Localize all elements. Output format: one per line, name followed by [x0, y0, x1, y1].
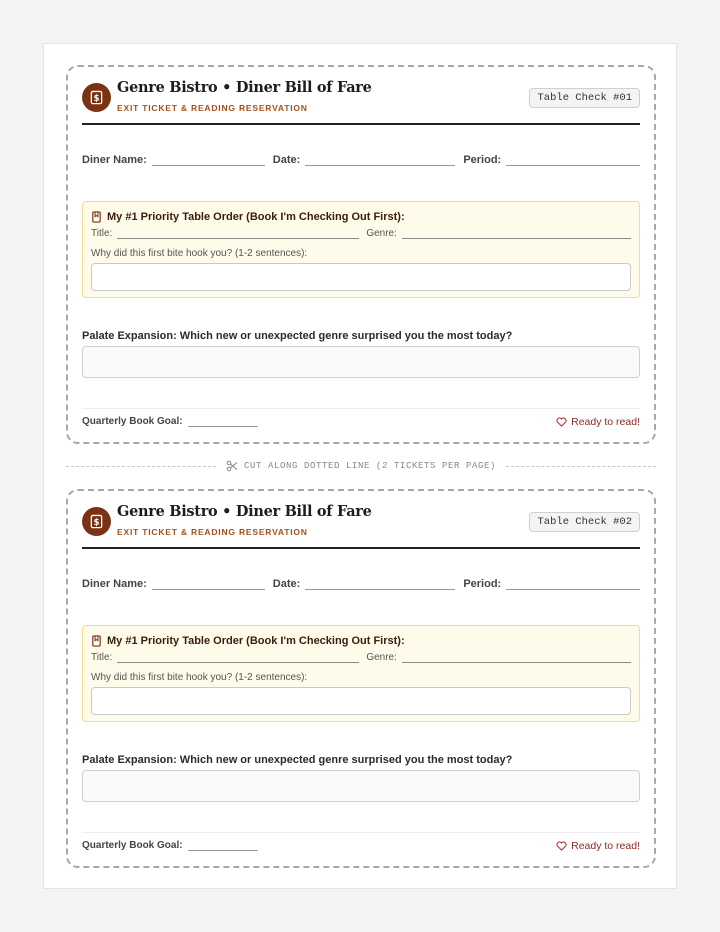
- ready-text: Ready to read!: [571, 840, 640, 852]
- svg-text:$: $: [94, 93, 100, 103]
- ready-text: Ready to read!: [571, 416, 640, 428]
- ticket-title: Genre Bistro • Diner Bill of Fare: [117, 503, 372, 520]
- book-genre-label: Genre:: [366, 652, 397, 663]
- date-label: Date:: [272, 154, 301, 166]
- hook-answer-box[interactable]: [91, 687, 631, 715]
- book-goal-label: Quarterly Book Goal:: [82, 840, 183, 851]
- svg-text:$: $: [94, 517, 100, 527]
- palate-answer-box[interactable]: [82, 346, 640, 378]
- diner-info-row: Diner Name: Date: Period:: [82, 578, 640, 590]
- priority-heading-text: My #1 Priority Table Order (Book I'm Che…: [107, 635, 405, 647]
- book-title-field[interactable]: [117, 653, 360, 663]
- menu-dollar-icon: $: [82, 83, 111, 112]
- table-check-badge: Table Check #02: [529, 512, 640, 532]
- priority-heading: My #1 Priority Table Order (Book I'm Che…: [91, 211, 405, 223]
- period-label: Period:: [463, 578, 502, 590]
- diner-name-label: Diner Name:: [82, 154, 147, 166]
- book-genre-label: Genre:: [366, 228, 397, 239]
- menu-dollar-icon: $: [82, 507, 111, 536]
- book-title-label: Title:: [91, 228, 113, 239]
- header-divider: [82, 547, 640, 549]
- ready-to-read: Ready to read!: [556, 416, 640, 428]
- diner-name-field[interactable]: [151, 578, 265, 590]
- book-genre-field[interactable]: [401, 229, 631, 239]
- footer-divider: [82, 832, 640, 833]
- ticket-title: Genre Bistro • Diner Bill of Fare: [117, 79, 372, 96]
- bookmark-icon: [91, 635, 102, 647]
- scissors-icon: [226, 460, 238, 472]
- cut-text: CUT ALONG DOTTED LINE (2 TICKETS PER PAG…: [243, 461, 497, 471]
- diner-name-label: Diner Name:: [82, 578, 147, 590]
- book-goal: Quarterly Book Goal:: [82, 840, 258, 851]
- date-label: Date:: [272, 578, 301, 590]
- palate-question: Palate Expansion: Which new or unexpecte…: [82, 754, 513, 766]
- ticket-subtitle: EXIT TICKET & READING RESERVATION: [117, 103, 308, 113]
- priority-order-box: My #1 Priority Table Order (Book I'm Che…: [82, 625, 640, 722]
- period-field[interactable]: [506, 578, 640, 590]
- hook-prompt: Why did this first bite hook you? (1-2 s…: [91, 672, 308, 683]
- hook-prompt: Why did this first bite hook you? (1-2 s…: [91, 248, 308, 259]
- priority-order-box: My #1 Priority Table Order (Book I'm Che…: [82, 201, 640, 298]
- cut-line: CUT ALONG DOTTED LINE (2 TICKETS PER PAG…: [66, 458, 657, 474]
- diner-name-field[interactable]: [151, 154, 265, 166]
- palate-answer-box[interactable]: [82, 770, 640, 802]
- palate-question: Palate Expansion: Which new or unexpecte…: [82, 330, 513, 342]
- priority-heading: My #1 Priority Table Order (Book I'm Che…: [91, 635, 405, 647]
- book-genre-field[interactable]: [401, 653, 631, 663]
- priority-book-row: Title: Genre:: [91, 228, 631, 239]
- diner-info-row: Diner Name: Date: Period:: [82, 154, 640, 166]
- cut-dash-right: [506, 465, 657, 467]
- header-divider: [82, 123, 640, 125]
- bookmark-icon: [91, 211, 102, 223]
- book-goal-label: Quarterly Book Goal:: [82, 416, 183, 427]
- book-title-field[interactable]: [117, 229, 360, 239]
- footer-divider: [82, 408, 640, 409]
- heart-icon: [556, 417, 567, 427]
- cut-dash-left: [66, 465, 216, 467]
- period-field[interactable]: [506, 154, 640, 166]
- exit-ticket-1: $ Genre Bistro • Diner Bill of Fare EXIT…: [66, 65, 656, 444]
- priority-heading-text: My #1 Priority Table Order (Book I'm Che…: [107, 211, 405, 223]
- exit-ticket-2: $ Genre Bistro • Diner Bill of Fare EXIT…: [66, 489, 656, 868]
- heart-icon: [556, 841, 567, 851]
- book-goal-field[interactable]: [187, 417, 258, 427]
- cut-label: CUT ALONG DOTTED LINE (2 TICKETS PER PAG…: [216, 460, 506, 472]
- ticket-subtitle: EXIT TICKET & READING RESERVATION: [117, 527, 308, 537]
- book-goal-field[interactable]: [187, 841, 258, 851]
- book-goal: Quarterly Book Goal:: [82, 416, 258, 427]
- table-check-badge: Table Check #01: [529, 88, 640, 108]
- priority-book-row: Title: Genre:: [91, 652, 631, 663]
- date-field[interactable]: [305, 578, 456, 590]
- ready-to-read: Ready to read!: [556, 840, 640, 852]
- worksheet-page: $ Genre Bistro • Diner Bill of Fare EXIT…: [43, 43, 677, 889]
- book-title-label: Title:: [91, 652, 113, 663]
- hook-answer-box[interactable]: [91, 263, 631, 291]
- period-label: Period:: [463, 154, 502, 166]
- date-field[interactable]: [305, 154, 456, 166]
